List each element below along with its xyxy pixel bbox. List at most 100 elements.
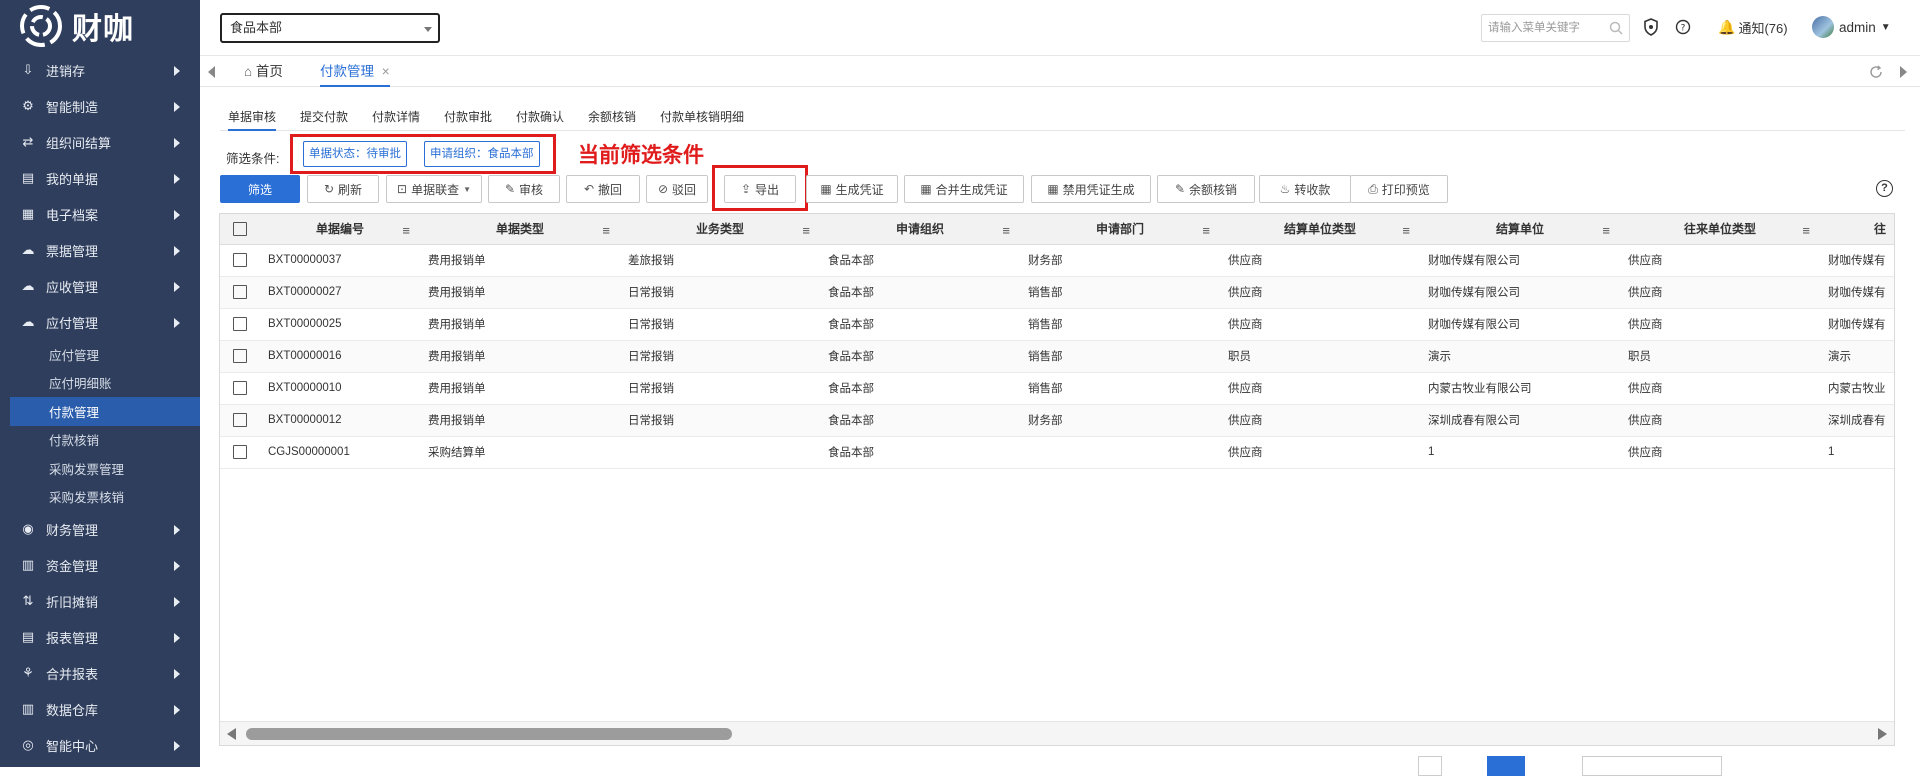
chevron-right-icon [174, 561, 180, 571]
pager-size-select[interactable] [1582, 756, 1722, 776]
column-header[interactable]: 单据类型 ≡ [420, 214, 620, 245]
user-menu[interactable]: admin ▼ [1812, 16, 1891, 38]
reject-button[interactable]: ⊘ 驳回 [646, 175, 708, 203]
table-row[interactable]: BXT00000027 费用报销单 日常报销 食品本部 销售部 供应商 财咖传媒有限公司 供应… [220, 276, 1894, 309]
column-header[interactable]: 业务类型 ≡ [620, 214, 820, 245]
sidebar-subitem-2[interactable]: 付款管理 [10, 397, 200, 426]
sidebar-item-bottom-4[interactable]: ⚘ 合并报表 [0, 655, 200, 691]
sidebar-item-top-5[interactable]: ☁ 票据管理 [0, 232, 200, 268]
sidebar-item-bottom-0[interactable]: ◉ 财务管理 [0, 511, 200, 547]
table-row[interactable]: BXT00000012 费用报销单 日常报销 食品本部 财务部 供应商 深圳成春有限公司 供应… [220, 404, 1894, 437]
subtab-0[interactable]: 单据审核 [228, 107, 277, 131]
sidebar-subitem-3[interactable]: 付款核销 [0, 426, 200, 455]
row-checkbox[interactable] [233, 349, 247, 363]
sidebar-item-top-2[interactable]: ⇄ 组织间结算 [0, 124, 200, 160]
column-header[interactable]: 往来单位类型 ≡ [1620, 214, 1820, 245]
link-query-button[interactable]: ⊡ 单据联查 ▼ [386, 175, 482, 203]
sidebar-item-top-4[interactable]: ▦ 电子档案 [0, 196, 200, 232]
table-cell: 供应商 [1620, 244, 1820, 277]
disable-voucher-button[interactable]: ▦ 禁用凭证生成 [1031, 175, 1151, 203]
row-checkbox[interactable] [233, 317, 247, 331]
column-header[interactable]: 结算单位类型 ≡ [1220, 214, 1420, 245]
revoke-button[interactable]: ↶ 撤回 [566, 175, 640, 203]
sidebar-item-bottom-6[interactable]: ◎ 智能中心 [0, 727, 200, 763]
refresh-button[interactable]: ↻ 刷新 [307, 175, 379, 203]
row-checkbox[interactable] [233, 413, 247, 427]
pager-current-page[interactable] [1487, 756, 1525, 776]
subtab-1[interactable]: 提交付款 [300, 107, 348, 131]
column-menu-icon[interactable]: ≡ [402, 223, 410, 238]
column-menu-icon[interactable]: ≡ [602, 223, 610, 238]
pager-prev[interactable] [1418, 756, 1442, 776]
column-header[interactable]: 单据编号 ≡ [260, 214, 420, 245]
row-checkbox[interactable] [233, 285, 247, 299]
scroll-left-arrow-icon[interactable] [227, 728, 236, 740]
sidebar-subitem-4[interactable]: 采购发票管理 [0, 454, 200, 483]
export-button[interactable]: ⇪ 导出 [724, 175, 796, 203]
generate-voucher-button[interactable]: ▦ 生成凭证 [806, 175, 898, 203]
merge-voucher-button[interactable]: ▦ 合并生成凭证 [904, 175, 1024, 203]
subtab-6[interactable]: 付款单核销明细 [660, 107, 744, 131]
table-cell: 费用报销单 [420, 372, 620, 405]
column-menu-icon[interactable]: ≡ [1402, 223, 1410, 238]
sidebar-item-top-6[interactable]: ☁ 应收管理 [0, 268, 200, 304]
sidebar-item-bottom-3[interactable]: ▤ 报表管理 [0, 619, 200, 655]
filter-chip-status[interactable]: 单据状态：待审批 [303, 141, 407, 167]
row-checkbox[interactable] [233, 253, 247, 267]
transfer-receipt-button[interactable]: ♨ 转收款 [1259, 175, 1351, 203]
scrollbar-thumb[interactable] [246, 728, 732, 740]
sidebar-item-top-7[interactable]: ☁ 应付管理 [0, 304, 200, 340]
print-preview-button[interactable]: ⎙ 打印预览 [1350, 175, 1448, 203]
column-header[interactable]: 申请部门 ≡ [1020, 214, 1220, 245]
column-header[interactable]: 结算单位 ≡ [1420, 214, 1620, 245]
sidebar-item-top-1[interactable]: ⚙ 智能制造 [0, 88, 200, 124]
column-menu-icon[interactable]: ≡ [1802, 223, 1810, 238]
notification-button[interactable]: 🔔 通知(76) [1718, 18, 1788, 37]
table-row[interactable]: BXT00000025 费用报销单 日常报销 食品本部 销售部 供应商 财咖传媒有限公司 供应… [220, 308, 1894, 341]
close-icon[interactable]: × [382, 64, 390, 79]
sidebar-item-bottom-5[interactable]: ▥ 数据仓库 [0, 691, 200, 727]
sidebar-item-top-3[interactable]: ▤ 我的单据 [0, 160, 200, 196]
audit-button[interactable]: ✎ 审核 [488, 175, 560, 203]
tab-scroll-left-icon[interactable] [208, 66, 215, 78]
refresh-icon: ↻ [323, 182, 335, 196]
column-menu-icon[interactable]: ≡ [1002, 223, 1010, 238]
column-menu-icon[interactable]: ≡ [802, 223, 810, 238]
table-row[interactable]: BXT00000010 费用报销单 日常报销 食品本部 销售部 供应商 内蒙古牧业有限公司供… [220, 372, 1894, 405]
column-menu-icon[interactable]: ≡ [1202, 223, 1210, 238]
subtab-3[interactable]: 付款审批 [444, 107, 492, 131]
help-icon[interactable]: ? [1876, 180, 1893, 197]
help-icon[interactable]: ? [1673, 17, 1693, 37]
refresh-icon[interactable] [1868, 64, 1884, 80]
column-header[interactable]: 申请组织 ≡ [820, 214, 1020, 245]
menu-search-input[interactable]: 请输入菜单关键字 [1481, 14, 1630, 42]
column-menu-icon[interactable]: ≡ [1602, 223, 1610, 238]
subtab-4[interactable]: 付款确认 [516, 107, 564, 131]
shield-icon[interactable] [1641, 17, 1661, 37]
sidebar-item-bottom-2[interactable]: ⇅ 折旧摊销 [0, 583, 200, 619]
subtab-2[interactable]: 付款详情 [372, 107, 420, 131]
horizontal-scrollbar[interactable] [220, 721, 1894, 745]
select-all-checkbox[interactable] [233, 222, 247, 237]
balance-writeoff-button[interactable]: ✎ 余额核销 [1157, 175, 1255, 203]
row-checkbox[interactable] [233, 445, 247, 459]
table-row[interactable]: BXT00000016 费用报销单 日常报销 食品本部 销售部 职员 演示 职员 演示 [220, 340, 1894, 373]
sidebar-subitem-0[interactable]: 应付管理 [0, 340, 200, 369]
search-icon[interactable] [1609, 21, 1623, 35]
scroll-right-arrow-icon[interactable] [1878, 728, 1887, 740]
subtab-5[interactable]: 余额核销 [588, 107, 636, 131]
sidebar-item-top-0[interactable]: ⇩ 进销存 [0, 52, 200, 88]
row-checkbox[interactable] [233, 381, 247, 395]
tab-payment-management[interactable]: 付款管理 × [320, 57, 390, 87]
sidebar-item-bottom-1[interactable]: ▥ 资金管理 [0, 547, 200, 583]
table-row[interactable]: CGJS00000001 采购结算单 食品本部 供应商 1 供应商 1 [220, 436, 1894, 469]
column-header[interactable]: 往 [1820, 214, 1894, 245]
filter-button[interactable]: 筛选 [220, 175, 300, 203]
table-row[interactable]: BXT00000037 费用报销单 差旅报销 食品本部 财务部 供应商 财咖传媒有限公司 供应… [220, 244, 1894, 277]
sidebar-subitem-1[interactable]: 应付明细账 [0, 369, 200, 398]
filter-chip-org[interactable]: 申请组织：食品本部 [424, 141, 540, 167]
sidebar-subitem-5[interactable]: 采购发票核销 [0, 483, 200, 512]
org-select[interactable]: 食品本部 [220, 13, 440, 43]
tab-home[interactable]: ⌂ 首页 [244, 57, 283, 87]
tab-scroll-right-icon[interactable] [1900, 66, 1907, 78]
